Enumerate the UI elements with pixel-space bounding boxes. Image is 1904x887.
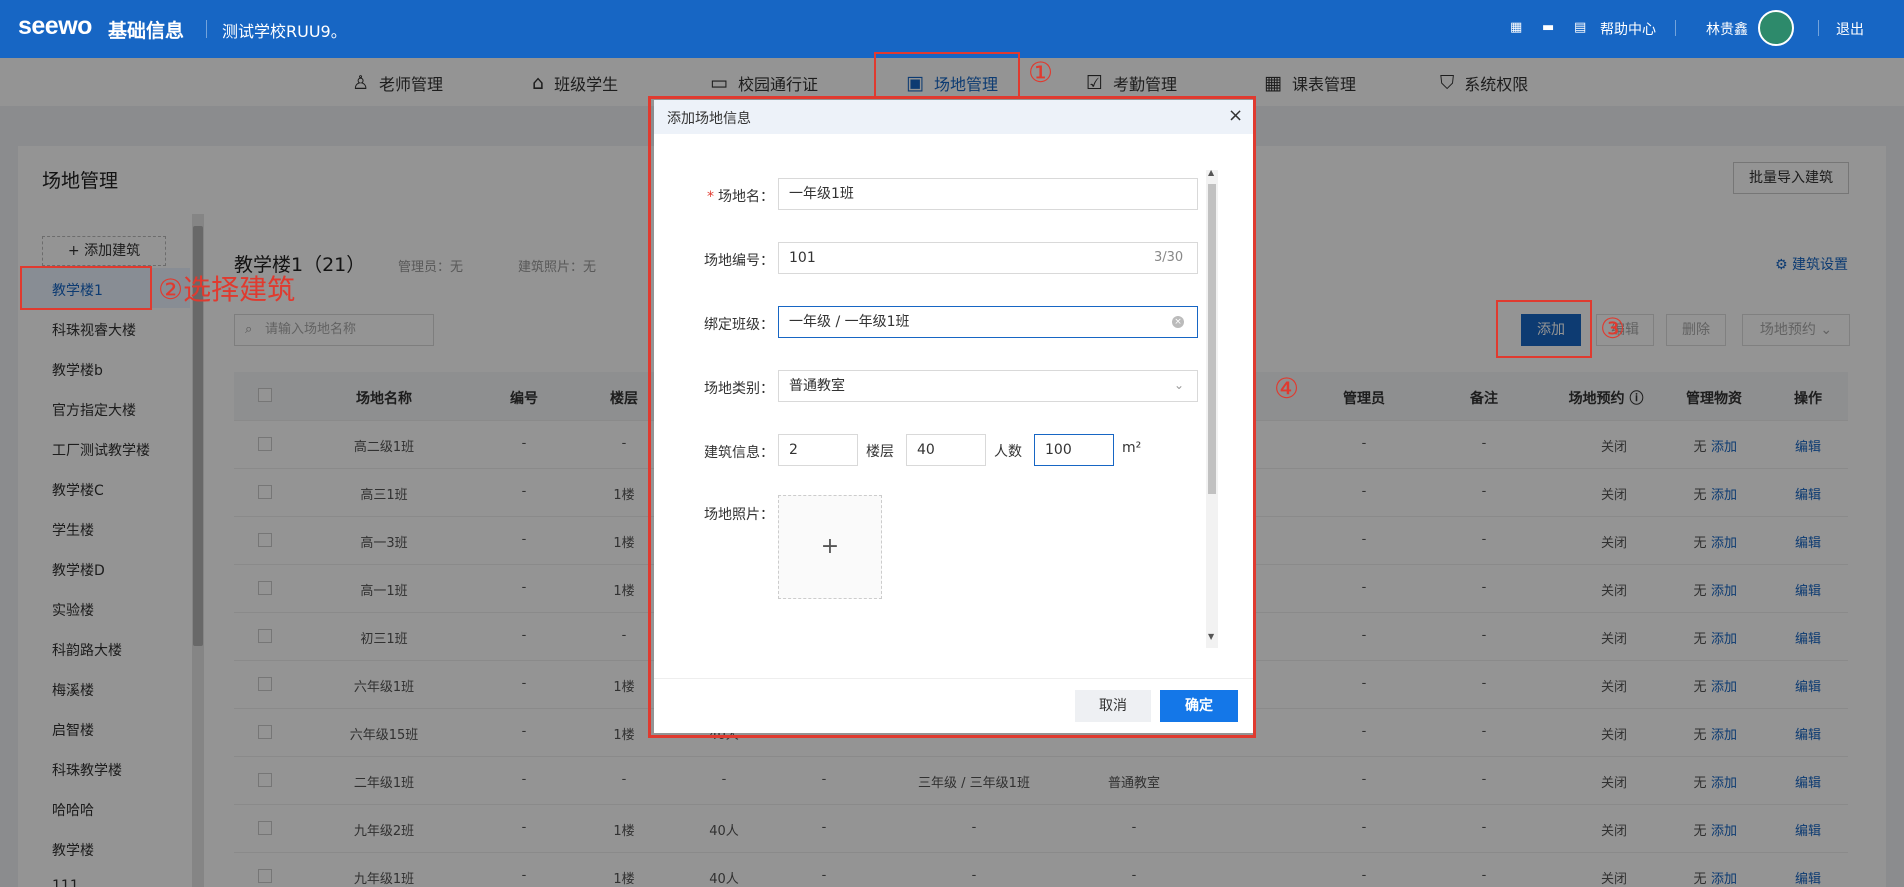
grid-apps-icon[interactable]: ▦: [1510, 20, 1524, 35]
top-bar: seewo 基础信息 测试学校RUU9。 ▦ ▬ ▤ 帮助中心 林贵鑫 退出: [0, 0, 1904, 58]
avatar[interactable]: [1758, 10, 1794, 46]
logout-link[interactable]: 退出: [1836, 19, 1864, 39]
annotation-box-add: [1496, 300, 1592, 358]
school-name[interactable]: 测试学校RUU9。: [206, 18, 347, 42]
annotation-box-building: [20, 266, 152, 310]
divider: [1818, 20, 1819, 36]
document-icon[interactable]: ▤: [1574, 20, 1588, 35]
annotation-step-3: ③: [1600, 312, 1626, 345]
user-name[interactable]: 林贵鑫: [1706, 19, 1748, 39]
annotation-box-dialog: [648, 96, 1256, 738]
annotation-step-1: ①: [1028, 56, 1054, 89]
seewo-logo: seewo: [18, 12, 92, 40]
annotation-box-nav: [874, 52, 1020, 98]
help-center-link[interactable]: 帮助中心: [1600, 19, 1656, 39]
annotation-step-2: ②选择建筑: [158, 273, 296, 306]
app-name: 基础信息: [108, 20, 185, 42]
message-icon[interactable]: ▬: [1542, 20, 1556, 35]
divider: [1675, 20, 1676, 36]
annotation-step-4: ④: [1274, 372, 1300, 405]
